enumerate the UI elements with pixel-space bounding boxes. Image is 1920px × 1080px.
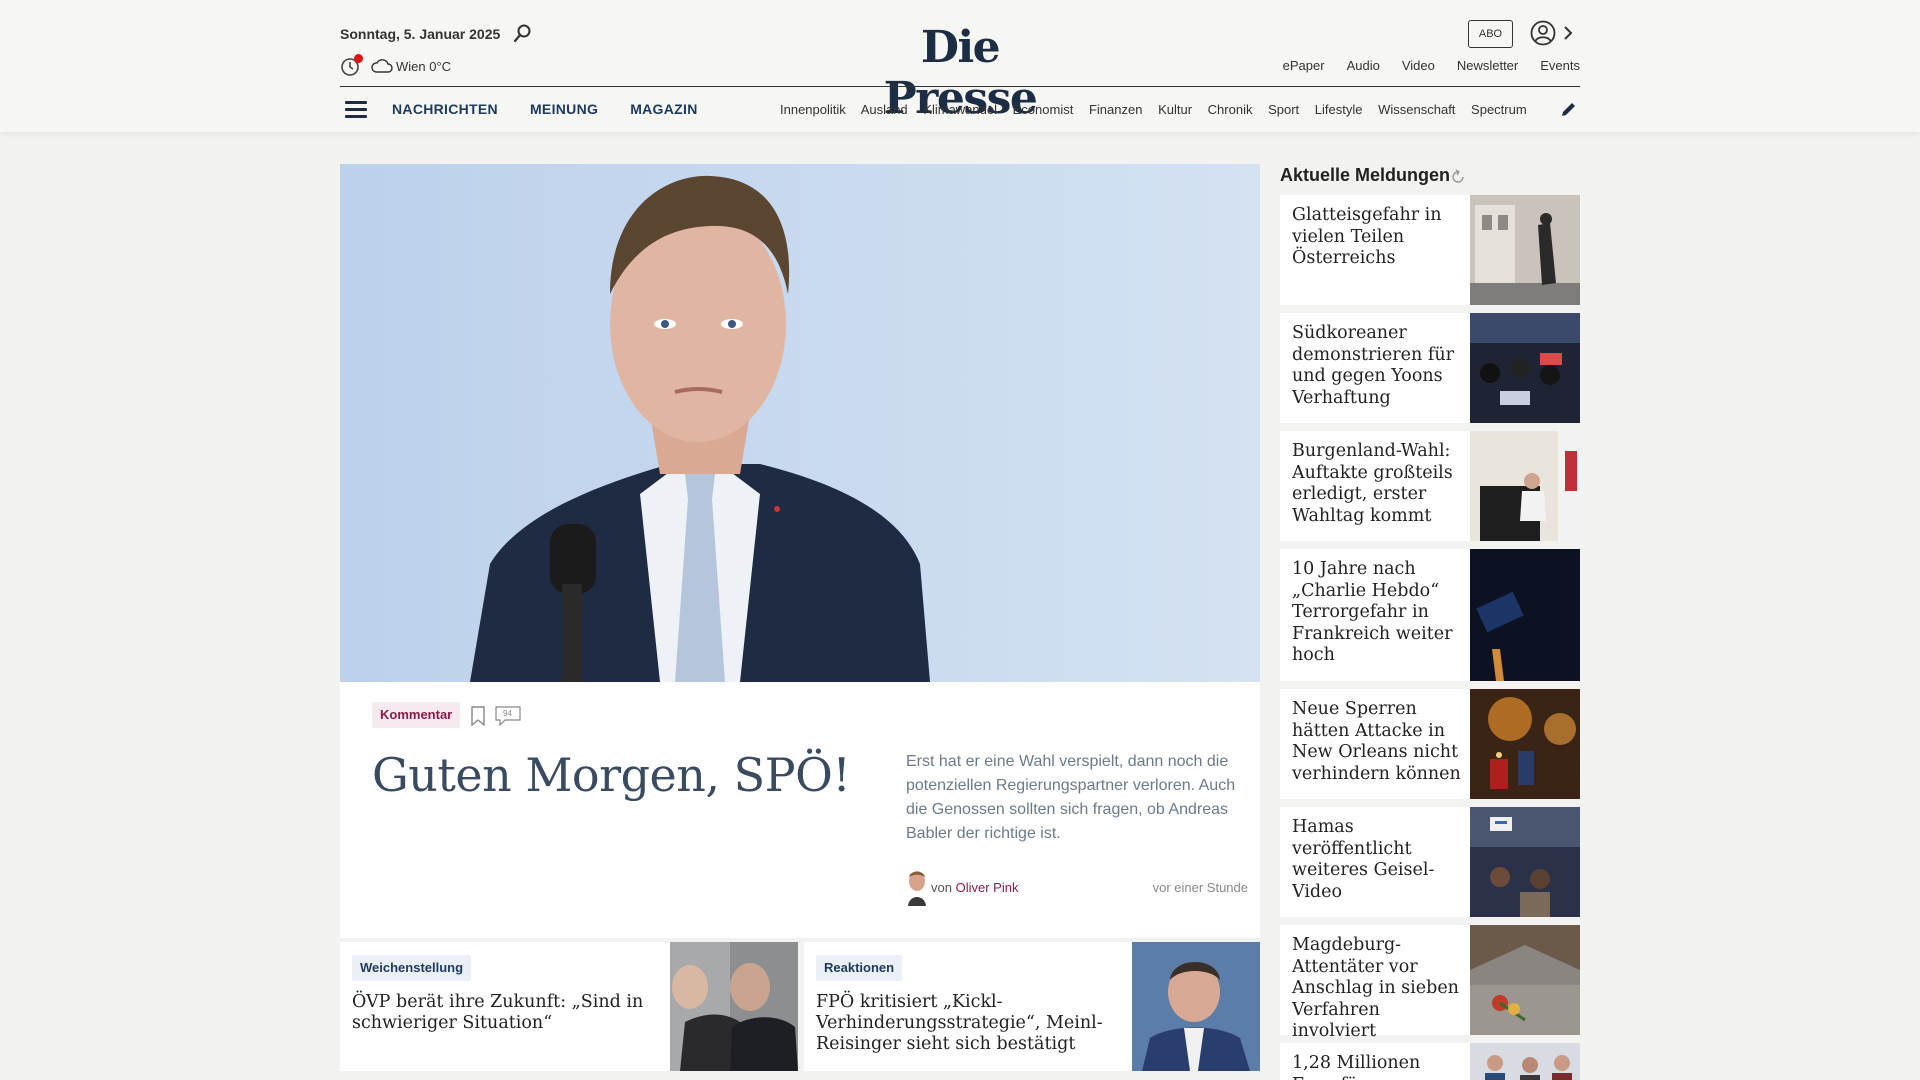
news-item[interactable]: Südkoreaner demonstrieren für und gegen … [1280, 313, 1580, 423]
news-item[interactable]: Neue Sperren hätten Attacke in New Orlea… [1280, 689, 1580, 799]
news-title[interactable]: Burgenland-Wahl: Auftakte großteils erle… [1292, 441, 1462, 527]
author-prefix: von [931, 880, 952, 895]
nav-meinung[interactable]: MEINUNG [530, 101, 598, 117]
link-events[interactable]: Events [1540, 58, 1580, 73]
news-item[interactable]: 1,28 Millionen Euro für Flüchtlinge [1280, 1043, 1580, 1080]
sub-nav: Innenpolitik Ausland Klimawandel Economi… [780, 102, 1550, 117]
teaser-card[interactable]: Weichenstellung ÖVP berät ihre Zukunft: … [340, 942, 798, 1071]
author-byline: von Oliver Pink [931, 880, 1018, 895]
subnav-wissenschaft[interactable]: Wissenschaft [1378, 102, 1455, 117]
news-image[interactable] [1470, 549, 1580, 681]
search-icon[interactable] [512, 22, 534, 44]
link-video[interactable]: Video [1402, 58, 1435, 73]
nav-nachrichten[interactable]: NACHRICHTEN [392, 101, 498, 117]
teaser-title[interactable]: ÖVP berät ihre Zukunft: „Sind in schwier… [352, 992, 652, 1034]
subnav-klimawandel[interactable]: Klimawandel [923, 102, 997, 117]
pencil-icon[interactable] [1560, 100, 1578, 118]
nav-divider [340, 86, 1580, 87]
news-title[interactable]: Magdeburg-Attentäter vor Anschlag in sie… [1292, 935, 1462, 1043]
main-nav: NACHRICHTEN MEINUNG MAGAZIN [392, 101, 698, 117]
link-audio[interactable]: Audio [1347, 58, 1380, 73]
news-title[interactable]: Südkoreaner demonstrieren für und gegen … [1292, 323, 1462, 409]
news-image[interactable] [1470, 313, 1580, 423]
subnav-innenpolitik[interactable]: Innenpolitik [780, 102, 846, 117]
category-tag[interactable]: Kommentar [372, 702, 461, 728]
news-item[interactable]: Glatteisgefahr in vielen Teilen Österrei… [1280, 195, 1580, 305]
subnav-economist[interactable]: Economist [1013, 102, 1074, 117]
news-item[interactable]: Hamas veröffentlicht weiteres Geisel-Vid… [1280, 807, 1580, 917]
news-image[interactable] [1470, 689, 1580, 799]
hero-headline[interactable]: Guten Morgen, SPÖ! [372, 748, 872, 802]
nav-magazin[interactable]: MAGAZIN [630, 101, 697, 117]
hero-timestamp: vor einer Stunde [1152, 880, 1248, 895]
news-item[interactable]: Magdeburg-Attentäter vor Anschlag in sie… [1280, 925, 1580, 1041]
refresh-icon[interactable] [1450, 169, 1466, 185]
news-title[interactable]: Neue Sperren hätten Attacke in New Orlea… [1292, 699, 1462, 785]
current-date: Sonntag, 5. Januar 2025 [340, 26, 501, 42]
weather-text: Wien 0°C [396, 59, 452, 74]
hero-image[interactable] [340, 164, 1260, 682]
sidebar-heading: Aktuelle Meldungen [1280, 165, 1451, 185]
teaser-tag[interactable]: Reaktionen [816, 955, 903, 981]
subnav-finanzen[interactable]: Finanzen [1089, 102, 1142, 117]
news-image[interactable] [1470, 195, 1580, 305]
teaser-tag[interactable]: Weichenstellung [352, 955, 472, 981]
subnav-lifestyle[interactable]: Lifestyle [1315, 102, 1363, 117]
top-links: ePaper Audio Video Newsletter Events [1283, 58, 1580, 73]
author-name[interactable]: Oliver Pink [956, 880, 1019, 895]
news-item[interactable]: Burgenland-Wahl: Auftakte großteils erle… [1280, 431, 1580, 541]
chevron-right-icon[interactable] [1562, 24, 1574, 42]
subnav-chronik[interactable]: Chronik [1208, 102, 1253, 117]
subnav-kultur[interactable]: Kultur [1158, 102, 1192, 117]
notification-dot [354, 54, 363, 63]
subnav-ausland[interactable]: Ausland [861, 102, 908, 117]
link-newsletter[interactable]: Newsletter [1457, 58, 1518, 73]
news-title[interactable]: 10 Jahre nach „Charlie Hebdo“ Terrorgefa… [1292, 559, 1462, 667]
news-image[interactable] [1470, 925, 1580, 1035]
author-avatar [908, 871, 926, 906]
bookmark-icon[interactable] [470, 706, 486, 726]
teaser-image[interactable] [1132, 942, 1260, 1071]
subnav-sport[interactable]: Sport [1268, 102, 1299, 117]
hero-article[interactable]: Kommentar 94 Guten Morgen, SPÖ! Erst hat… [340, 164, 1260, 938]
news-image[interactable] [1470, 807, 1580, 917]
teaser-title[interactable]: FPÖ kritisiert „Kickl-Verhinderungsstrat… [816, 992, 1116, 1055]
news-image[interactable] [1470, 431, 1580, 541]
abo-button[interactable]: ABO [1468, 20, 1513, 48]
cloud-icon [371, 59, 393, 73]
news-image[interactable] [1470, 1043, 1580, 1080]
news-title[interactable]: Glatteisgefahr in vielen Teilen Österrei… [1292, 205, 1462, 270]
news-item[interactable]: 10 Jahre nach „Charlie Hebdo“ Terrorgefa… [1280, 549, 1580, 681]
menu-icon[interactable] [345, 101, 367, 118]
site-header: Sonntag, 5. Januar 2025 Wien 0°C Die Pre… [0, 0, 1920, 132]
comment-count: 94 [503, 709, 512, 718]
hero-teaser: Erst hat er eine Wahl verspielt, dann no… [906, 753, 1236, 842]
link-epaper[interactable]: ePaper [1283, 58, 1325, 73]
user-icon[interactable] [1530, 20, 1556, 46]
teaser-image[interactable] [670, 942, 798, 1071]
teaser-card[interactable]: Reaktionen FPÖ kritisiert „Kickl-Verhind… [804, 942, 1260, 1071]
subnav-spectrum[interactable]: Spectrum [1471, 102, 1527, 117]
news-title[interactable]: 1,28 Millionen Euro für Flüchtlinge [1292, 1053, 1462, 1080]
news-title[interactable]: Hamas veröffentlicht weiteres Geisel-Vid… [1292, 817, 1462, 903]
